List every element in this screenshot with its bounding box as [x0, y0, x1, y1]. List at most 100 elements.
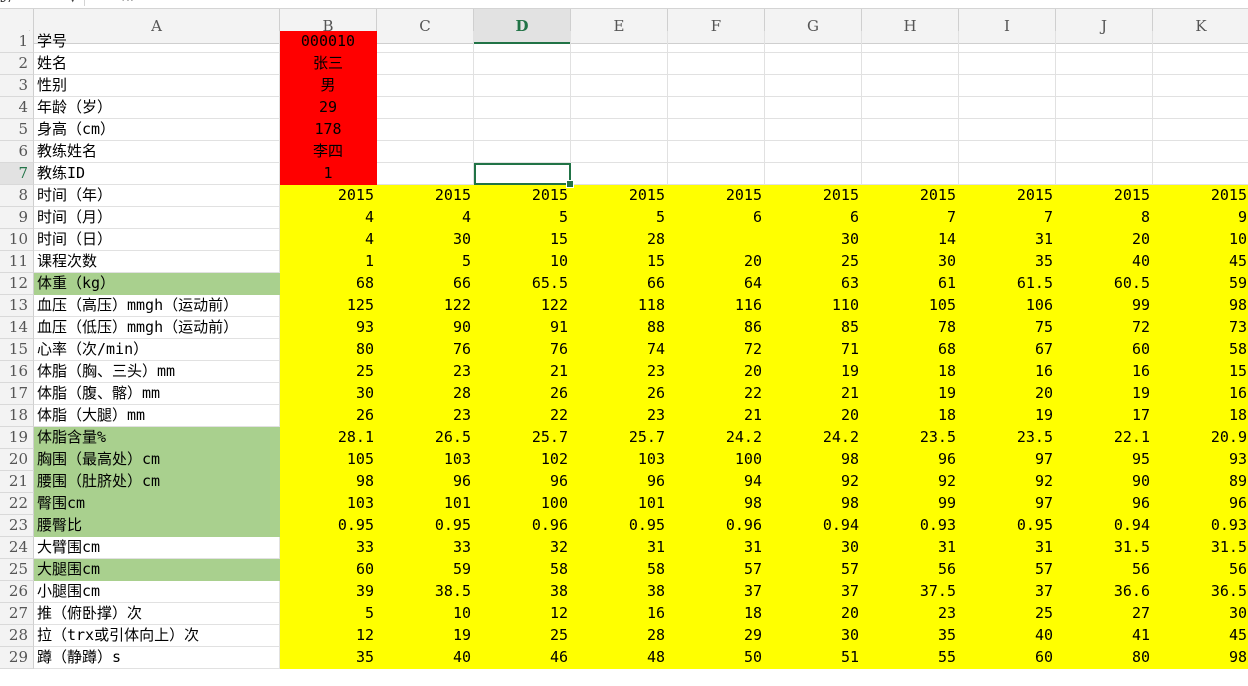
- data-cell[interactable]: [668, 141, 765, 163]
- row-header-28[interactable]: 28: [0, 625, 34, 647]
- data-cell[interactable]: [765, 31, 862, 53]
- data-cell[interactable]: 101: [571, 493, 668, 515]
- data-cell[interactable]: 2015: [280, 185, 377, 207]
- data-cell[interactable]: 57: [668, 559, 765, 581]
- data-cell[interactable]: 18: [1153, 405, 1248, 427]
- data-cell[interactable]: 20: [1056, 229, 1153, 251]
- data-cell[interactable]: 27: [1056, 603, 1153, 625]
- data-cell[interactable]: [377, 53, 474, 75]
- data-cell[interactable]: [862, 141, 959, 163]
- data-cell[interactable]: [668, 31, 765, 53]
- data-cell[interactable]: [474, 97, 571, 119]
- row-label-cell[interactable]: 姓名: [34, 53, 280, 75]
- data-cell[interactable]: 5: [474, 207, 571, 229]
- row-header-14[interactable]: 14: [0, 317, 34, 339]
- data-cell[interactable]: 6: [668, 207, 765, 229]
- data-cell[interactable]: [571, 97, 668, 119]
- data-cell[interactable]: 31: [668, 537, 765, 559]
- data-cell[interactable]: 18: [862, 361, 959, 383]
- data-cell[interactable]: [571, 141, 668, 163]
- data-cell[interactable]: 96: [1153, 493, 1248, 515]
- data-cell[interactable]: 37: [765, 581, 862, 603]
- data-cell[interactable]: 94: [668, 471, 765, 493]
- row-header-15[interactable]: 15: [0, 339, 34, 361]
- data-cell[interactable]: [474, 53, 571, 75]
- data-cell[interactable]: 25: [959, 603, 1056, 625]
- data-cell[interactable]: 60: [280, 559, 377, 581]
- data-cell[interactable]: 20: [765, 603, 862, 625]
- row-header-22[interactable]: 22: [0, 493, 34, 515]
- data-cell[interactable]: 50: [668, 647, 765, 669]
- data-cell[interactable]: 90: [1056, 471, 1153, 493]
- data-cell[interactable]: 4: [280, 207, 377, 229]
- data-cell[interactable]: 31: [571, 537, 668, 559]
- name-box-dropdown-icon[interactable]: ▾: [70, 0, 75, 6]
- data-cell[interactable]: 38: [571, 581, 668, 603]
- row-label-cell[interactable]: 年龄（岁）: [34, 97, 280, 119]
- data-cell[interactable]: 2015: [377, 185, 474, 207]
- data-cell[interactable]: 40: [377, 647, 474, 669]
- data-cell[interactable]: [1153, 119, 1248, 141]
- data-cell[interactable]: 71: [765, 339, 862, 361]
- data-cell[interactable]: 98: [1153, 295, 1248, 317]
- data-cell[interactable]: [959, 97, 1056, 119]
- data-cell[interactable]: 125: [280, 295, 377, 317]
- data-cell[interactable]: 30: [765, 537, 862, 559]
- data-cell[interactable]: 6: [765, 207, 862, 229]
- row-header-21[interactable]: 21: [0, 471, 34, 493]
- data-cell[interactable]: [765, 119, 862, 141]
- data-cell[interactable]: [862, 53, 959, 75]
- data-cell[interactable]: 33: [280, 537, 377, 559]
- data-cell[interactable]: 12: [280, 625, 377, 647]
- data-cell[interactable]: 96: [377, 471, 474, 493]
- data-cell[interactable]: 28: [377, 383, 474, 405]
- data-cell[interactable]: 19: [1056, 383, 1153, 405]
- data-cell[interactable]: 97: [959, 449, 1056, 471]
- data-cell[interactable]: 61.5: [959, 273, 1056, 295]
- row-header-3[interactable]: 3: [0, 75, 34, 97]
- data-cell[interactable]: 76: [377, 339, 474, 361]
- data-cell[interactable]: [474, 75, 571, 97]
- data-cell[interactable]: 30: [765, 625, 862, 647]
- data-cell[interactable]: 31: [959, 229, 1056, 251]
- data-cell[interactable]: [1056, 53, 1153, 75]
- data-cell[interactable]: 98: [1153, 647, 1248, 669]
- data-cell[interactable]: [668, 119, 765, 141]
- data-cell[interactable]: 66: [377, 273, 474, 295]
- data-cell[interactable]: 16: [959, 361, 1056, 383]
- data-cell[interactable]: 16: [1153, 383, 1248, 405]
- row-header-16[interactable]: 16: [0, 361, 34, 383]
- data-cell[interactable]: [862, 31, 959, 53]
- data-cell[interactable]: 7: [959, 207, 1056, 229]
- data-cell[interactable]: 18: [668, 603, 765, 625]
- data-cell[interactable]: [1056, 119, 1153, 141]
- data-cell[interactable]: 35: [959, 251, 1056, 273]
- data-cell[interactable]: 60: [959, 647, 1056, 669]
- data-cell[interactable]: 48: [571, 647, 668, 669]
- row-header-7[interactable]: 7: [0, 163, 34, 185]
- data-cell[interactable]: 99: [862, 493, 959, 515]
- row-header-8[interactable]: 8: [0, 185, 34, 207]
- data-cell[interactable]: 16: [571, 603, 668, 625]
- data-cell[interactable]: [959, 75, 1056, 97]
- data-cell[interactable]: 25: [474, 625, 571, 647]
- data-cell[interactable]: 29: [280, 97, 377, 119]
- data-cell[interactable]: [1153, 163, 1248, 185]
- data-cell[interactable]: 14: [862, 229, 959, 251]
- data-cell[interactable]: 105: [862, 295, 959, 317]
- data-cell[interactable]: 26.5: [377, 427, 474, 449]
- row-header-9[interactable]: 9: [0, 207, 34, 229]
- data-cell[interactable]: 37.5: [862, 581, 959, 603]
- data-cell[interactable]: 61: [862, 273, 959, 295]
- data-cell[interactable]: 102: [474, 449, 571, 471]
- row-label-cell[interactable]: 体脂（腹、髂）mm: [34, 383, 280, 405]
- data-cell[interactable]: 56: [1056, 559, 1153, 581]
- data-cell[interactable]: 5: [280, 603, 377, 625]
- data-cell[interactable]: 20: [668, 251, 765, 273]
- data-cell[interactable]: 45: [1153, 251, 1248, 273]
- data-cell[interactable]: 16: [1056, 361, 1153, 383]
- data-cell[interactable]: 10: [474, 251, 571, 273]
- data-cell[interactable]: 118: [571, 295, 668, 317]
- data-cell[interactable]: 98: [765, 493, 862, 515]
- data-cell[interactable]: 25: [280, 361, 377, 383]
